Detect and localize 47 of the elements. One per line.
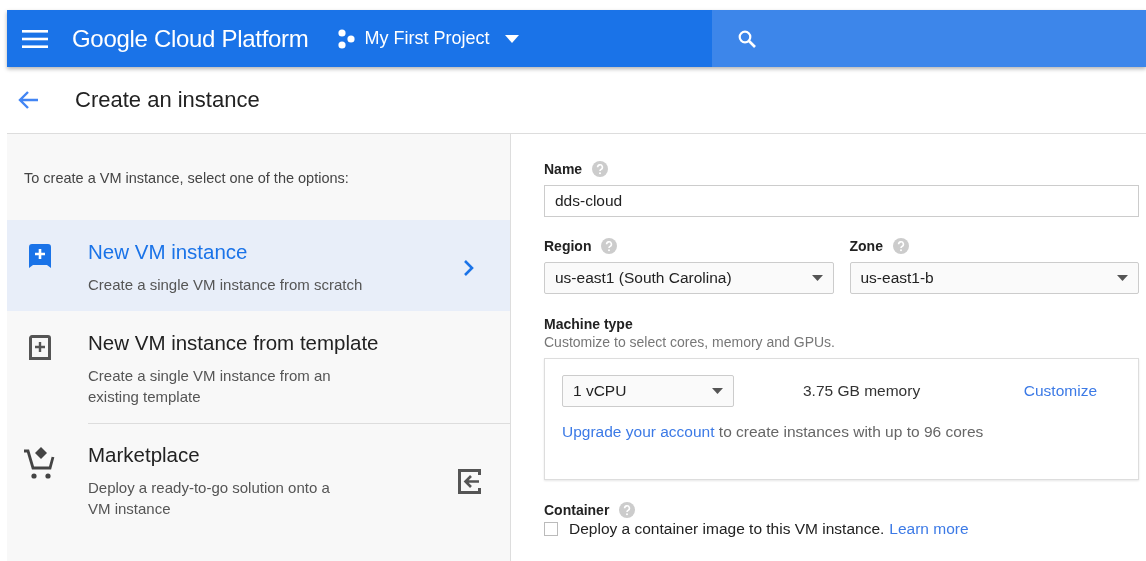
page-title: Create an instance	[75, 87, 260, 113]
chevron-right-icon	[463, 258, 475, 277]
memory-text: 3.75 GB memory	[803, 382, 921, 400]
region-dropdown[interactable]: us-east1 (South Carolina)	[544, 262, 834, 294]
cpu-dropdown[interactable]: 1 vCPU	[562, 375, 734, 407]
name-input[interactable]: dds-cloud	[544, 185, 1139, 217]
option-title: New VM instance	[88, 240, 249, 264]
caret-icon	[712, 388, 723, 394]
option-description: Deploy a ready-to-go solution onto a VM instance	[88, 478, 331, 519]
option-item[interactable]: Marketplace Deploy a ready-to-go solution onto a VM instance	[7, 423, 510, 535]
zone-dropdown[interactable]: us-east1-b	[849, 262, 1139, 294]
container-checkbox[interactable]	[544, 522, 558, 536]
option-title: Marketplace	[88, 443, 201, 467]
name-label: Name	[544, 161, 583, 177]
option-item[interactable]: New VM instance Create a single VM instance from scratch	[7, 220, 510, 311]
search-icon	[738, 29, 756, 48]
region-label: Region	[544, 238, 592, 254]
caret-icon	[1117, 275, 1128, 281]
brand-title[interactable]: Google Cloud Platform	[72, 24, 309, 53]
option-description: Create a single VM instance from scratch	[88, 275, 364, 295]
search-field[interactable]	[712, 10, 1146, 67]
option-title: New VM instance from template	[88, 331, 380, 355]
zone-label: Zone	[849, 238, 883, 254]
learn-more-link[interactable]: Learn more	[889, 520, 969, 538]
back-arrow-icon[interactable]	[17, 90, 39, 110]
machine-type-label: Machine type	[544, 316, 633, 332]
container-label: Container	[544, 502, 610, 518]
project-selector[interactable]: My First Project	[336, 28, 519, 49]
caret-icon	[811, 275, 823, 281]
cart-icon	[24, 447, 55, 481]
help-icon[interactable]	[619, 502, 636, 518]
caret-icon	[504, 34, 519, 43]
customize-link[interactable]: Customize	[1023, 382, 1097, 400]
help-icon[interactable]	[892, 238, 909, 254]
upgrade-text: to create instances with up to 96 cores	[718, 423, 984, 440]
exit-icon	[457, 468, 481, 494]
menu-icon[interactable]	[22, 29, 48, 48]
help-icon[interactable]	[592, 161, 609, 177]
option-item[interactable]: New VM instance from template Create a single VM instance from an existing template	[7, 311, 510, 423]
option-description: Create a single VM instance from an existing template	[88, 366, 332, 407]
machine-type-hint: Customize to select cores, memory and GPUs.	[544, 334, 836, 350]
sidebar-intro: To create a VM instance, select one of the options:	[23, 169, 350, 188]
container-text: Deploy a container image to this VM instance.	[569, 520, 885, 538]
help-icon[interactable]	[601, 238, 618, 254]
upgrade-account-link[interactable]: Upgrade your account	[562, 423, 715, 440]
add-box-icon	[28, 244, 51, 268]
add-box-icon	[28, 335, 51, 361]
